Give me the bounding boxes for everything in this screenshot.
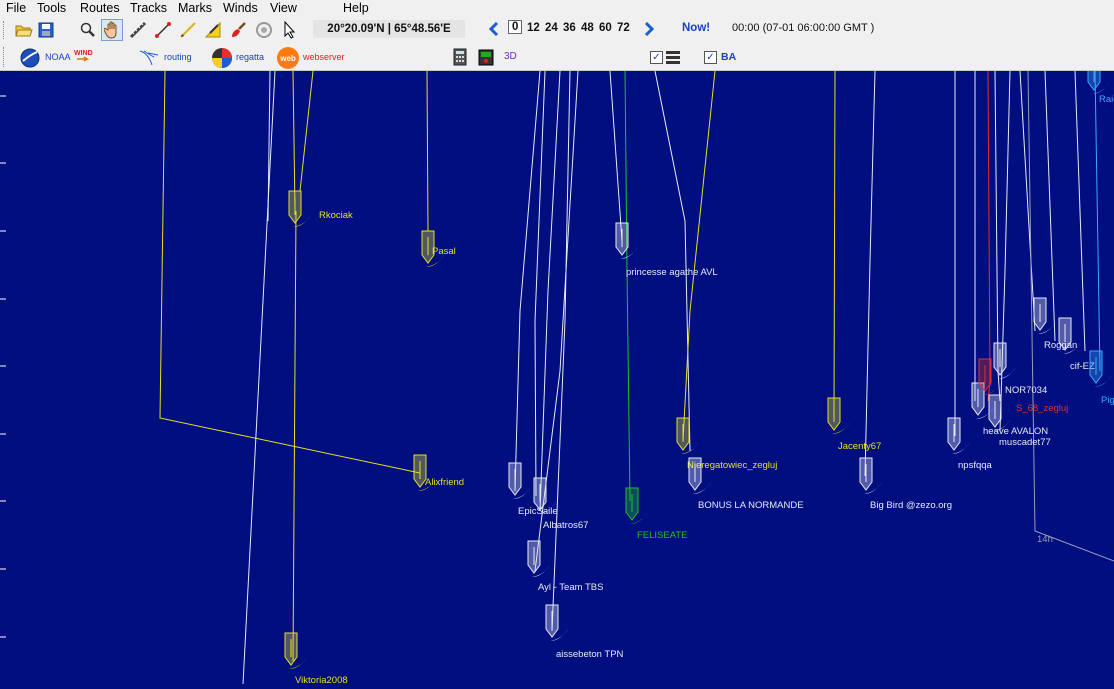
calculator-icon[interactable] bbox=[452, 48, 468, 66]
boat-name-label: Viktoria2008 bbox=[295, 675, 348, 684]
regatta-icon[interactable] bbox=[211, 47, 233, 69]
layers-list-icon[interactable] bbox=[665, 50, 681, 64]
save-icon[interactable] bbox=[35, 19, 57, 41]
secondary-toolbar: NOAA WIND routing regatta web webserver … bbox=[0, 44, 1114, 71]
toolbar-grip[interactable] bbox=[3, 21, 6, 39]
menu-file[interactable]: File bbox=[6, 1, 26, 15]
previous-hour-icon[interactable] bbox=[487, 21, 501, 37]
boat-name-label: aissebeton TPN bbox=[556, 649, 624, 660]
noaa-logo-icon[interactable] bbox=[20, 48, 40, 68]
menu-bar: File Tools Routes Tracks Marks Winds Vie… bbox=[0, 0, 1114, 17]
menu-help[interactable]: Help bbox=[343, 1, 369, 15]
route-draw-icon[interactable] bbox=[152, 19, 174, 41]
wind-download-caption: WIND bbox=[74, 50, 93, 57]
brush-icon[interactable] bbox=[227, 19, 249, 41]
boat-name-label: BONUS LA NORMANDE bbox=[698, 500, 804, 511]
cursor-pointer-icon[interactable] bbox=[279, 19, 301, 41]
current-time-display: 00:00 (07-01 06:00:00 GMT ) bbox=[732, 22, 875, 34]
layers-checkbox[interactable]: ✓ bbox=[650, 51, 663, 64]
boat-name-label: Albatros67 bbox=[543, 520, 588, 531]
boat-name-label: S_68_zegluj bbox=[1016, 403, 1068, 414]
hour-36-button[interactable]: 36 bbox=[563, 22, 576, 34]
mark-tool-icon[interactable] bbox=[202, 19, 224, 41]
gps-device-icon[interactable] bbox=[476, 47, 496, 67]
ba-label: BA bbox=[721, 51, 737, 63]
boat-name-label: Jacenty67 bbox=[838, 441, 881, 452]
toolbar-grip-2[interactable] bbox=[3, 47, 6, 67]
routing-label[interactable]: routing bbox=[164, 52, 192, 62]
target-icon[interactable] bbox=[253, 19, 275, 41]
next-hour-icon[interactable] bbox=[642, 21, 656, 37]
hour-72-button[interactable]: 72 bbox=[617, 22, 630, 34]
hour-0-button[interactable]: 0 bbox=[508, 20, 523, 34]
hour-12-button[interactable]: 12 bbox=[527, 22, 540, 34]
open-folder-icon[interactable] bbox=[13, 19, 35, 41]
line-draw-icon[interactable] bbox=[177, 19, 199, 41]
sailing-map[interactable]: Rkociak Pasal princesse agathe AVL Alixfrie… bbox=[0, 57, 1114, 686]
hour-24-button[interactable]: 24 bbox=[545, 22, 558, 34]
menu-view[interactable]: View bbox=[270, 1, 297, 15]
webserver-icon[interactable]: web bbox=[277, 47, 299, 69]
main-toolbar: 20°20.09'N | 65°48.56'E 0 12 24 36 48 60… bbox=[0, 17, 1114, 44]
boat-name-label: Raid bbox=[1099, 94, 1114, 105]
boat-name-label: princesse agathe AVL bbox=[626, 267, 718, 278]
menu-tracks[interactable]: Tracks bbox=[130, 1, 167, 15]
boat-name-label: heave AVALON bbox=[983, 426, 1048, 437]
boat-name-label: Alixfriend bbox=[425, 477, 464, 488]
cursor-coordinates: 20°20.09'N | 65°48.56'E bbox=[313, 20, 465, 38]
boat-name-label: npsfqqa bbox=[958, 460, 993, 471]
boat-name-label: NOR7034 bbox=[1005, 385, 1047, 396]
measure-ruler-icon[interactable] bbox=[127, 19, 149, 41]
regatta-label[interactable]: regatta bbox=[236, 52, 264, 62]
boat-name-label: Pasal bbox=[432, 246, 456, 257]
boat-name-label: Ayl - Team TBS bbox=[538, 582, 603, 593]
3d-view-button[interactable]: 3D bbox=[504, 51, 517, 62]
boat-name-label: Big Bird @zezo.org bbox=[870, 500, 952, 511]
menu-tools[interactable]: Tools bbox=[37, 1, 66, 15]
boat-name-label: FELISEATE bbox=[637, 530, 688, 541]
zoom-icon[interactable] bbox=[77, 19, 99, 41]
wind-download-icon[interactable]: WIND bbox=[73, 47, 93, 69]
boat-name-label: Rkociak bbox=[319, 210, 353, 221]
ba-checkbox[interactable]: ✓ bbox=[704, 51, 717, 64]
menu-marks[interactable]: Marks bbox=[178, 1, 212, 15]
hour-48-button[interactable]: 48 bbox=[581, 22, 594, 34]
boat-name-label: muscadet77 bbox=[999, 437, 1051, 448]
now-button[interactable]: Now! bbox=[682, 22, 710, 34]
webserver-label[interactable]: webserver bbox=[303, 52, 345, 62]
hand-pan-icon[interactable] bbox=[101, 19, 123, 41]
hour-60-button[interactable]: 60 bbox=[599, 22, 612, 34]
menu-routes[interactable]: Routes bbox=[80, 1, 120, 15]
routing-icon[interactable] bbox=[138, 47, 162, 69]
noaa-label[interactable]: NOAA bbox=[45, 52, 71, 62]
track-time-marker: 14h bbox=[1037, 534, 1053, 545]
menu-winds[interactable]: Winds bbox=[223, 1, 258, 15]
boat-name-label: Pig bbox=[1101, 395, 1114, 406]
